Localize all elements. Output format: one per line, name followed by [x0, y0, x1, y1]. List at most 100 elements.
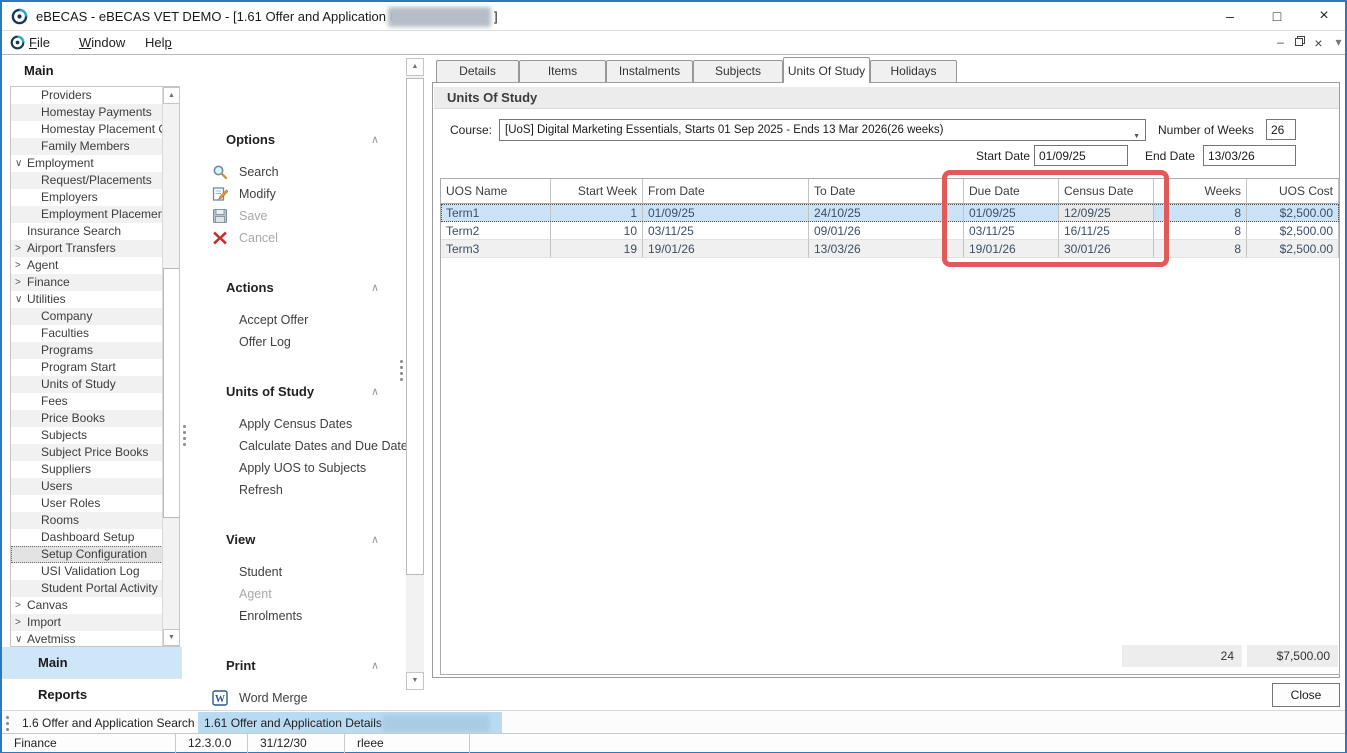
- sidebar-item-user-roles[interactable]: User Roles: [11, 495, 163, 512]
- tab-subjects[interactable]: Subjects: [693, 60, 783, 82]
- tree-scrollbar[interactable]: ▲ ▼: [162, 87, 179, 646]
- chevron-right-icon[interactable]: >: [15, 257, 27, 274]
- table-row[interactable]: Term21003/11/2509/01/2603/11/2516/11/258…: [441, 222, 1339, 240]
- end-date-input[interactable]: [1203, 145, 1296, 166]
- column-header[interactable]: Weeks: [1154, 179, 1247, 204]
- panel-scroll-down-icon[interactable]: ▼: [406, 672, 424, 690]
- sidebar-section-reports[interactable]: Reports: [2, 679, 182, 711]
- table-cell[interactable]: 8: [1154, 222, 1247, 240]
- sidebar-item-setup-configuration[interactable]: Setup Configuration: [11, 546, 163, 563]
- course-combobox[interactable]: [UoS] Digital Marketing Essentials, Star…: [499, 119, 1146, 141]
- panel-scroll-up-icon[interactable]: ▲: [406, 58, 424, 76]
- column-header[interactable]: Start Week: [551, 179, 643, 204]
- tree-scrollbar-thumb[interactable]: [163, 268, 180, 518]
- chevron-down-icon[interactable]: ∨: [15, 631, 27, 647]
- panel-splitter-grip-icon[interactable]: [400, 360, 403, 384]
- sidebar-item-avetmiss[interactable]: ∨Avetmiss: [11, 631, 163, 647]
- table-cell[interactable]: 03/11/25: [643, 222, 809, 240]
- table-row[interactable]: Term1101/09/2524/10/2501/09/2512/09/258$…: [441, 204, 1339, 222]
- sidebar-item-programs[interactable]: Programs: [11, 342, 163, 359]
- word-merge-button[interactable]: WWord Merge: [188, 687, 405, 709]
- sidebar-item-rooms[interactable]: Rooms: [11, 512, 163, 529]
- accept-offer-button[interactable]: Accept Offer: [188, 309, 405, 331]
- sidebar-item-subject-price-books[interactable]: Subject Price Books: [11, 444, 163, 461]
- menu-window[interactable]: Window: [79, 35, 125, 50]
- apply-census-dates-button[interactable]: Apply Census Dates: [188, 413, 405, 435]
- chevron-up-icon[interactable]: ∧: [371, 384, 379, 401]
- table-cell[interactable]: 01/09/25: [964, 204, 1059, 222]
- panel-scrollbar[interactable]: ▲ ▼: [406, 58, 424, 690]
- sidebar-splitter[interactable]: [182, 55, 187, 710]
- student-button[interactable]: Student: [188, 561, 405, 583]
- table-cell[interactable]: Term3: [441, 240, 551, 258]
- start-date-input[interactable]: [1034, 145, 1128, 166]
- close-window-button[interactable]: ×: [1301, 2, 1347, 31]
- sidebar-item-employment-placement-c[interactable]: Employment Placement C: [11, 206, 163, 223]
- close-button[interactable]: Close: [1272, 683, 1340, 707]
- menu-help[interactable]: Help: [145, 35, 172, 50]
- sidebar-item-fees[interactable]: Fees: [11, 393, 163, 410]
- sidebar-item-usi-validation-log[interactable]: USI Validation Log: [11, 563, 163, 580]
- sidebar-item-homestay-placement-cale[interactable]: Homestay Placement Cale: [11, 121, 163, 138]
- table-cell[interactable]: 12/09/25: [1059, 204, 1154, 222]
- sidebar-item-utilities[interactable]: ∨Utilities: [11, 291, 163, 308]
- chevron-up-icon[interactable]: ∧: [371, 132, 379, 149]
- mdi-close-button[interactable]: ×: [1310, 35, 1327, 51]
- table-cell[interactable]: [944, 240, 964, 258]
- column-header[interactable]: [944, 179, 964, 204]
- table-cell[interactable]: 19/01/26: [643, 240, 809, 258]
- scroll-down-icon[interactable]: ▼: [163, 629, 180, 646]
- chevron-right-icon[interactable]: >: [15, 614, 27, 631]
- sidebar-item-insurance-search[interactable]: Insurance Search: [11, 223, 163, 240]
- scroll-up-icon[interactable]: ▲: [163, 87, 180, 104]
- mdi-minimize-button[interactable]: –: [1272, 35, 1289, 49]
- mdi-child-system-icon[interactable]: [10, 35, 25, 50]
- table-cell[interactable]: 19/01/26: [964, 240, 1059, 258]
- table-cell[interactable]: Term1: [441, 204, 551, 222]
- tab-details[interactable]: Details: [436, 60, 519, 82]
- modify-button[interactable]: Modify: [188, 183, 405, 205]
- table-cell[interactable]: 8: [1154, 240, 1247, 258]
- table-cell[interactable]: 16/11/25: [1059, 222, 1154, 240]
- sidebar-item-employers[interactable]: Employers: [11, 189, 163, 206]
- sidebar-item-price-books[interactable]: Price Books: [11, 410, 163, 427]
- table-cell[interactable]: 8: [1154, 204, 1247, 222]
- column-header[interactable]: To Date: [809, 179, 944, 204]
- tab-items[interactable]: Items: [519, 60, 606, 82]
- chevron-up-icon[interactable]: ∧: [371, 532, 379, 549]
- table-cell[interactable]: 03/11/25: [964, 222, 1059, 240]
- column-header[interactable]: From Date: [643, 179, 809, 204]
- panel-section-title[interactable]: Units of Study∧: [188, 383, 405, 400]
- table-cell[interactable]: [944, 204, 964, 222]
- offer-log-button[interactable]: Offer Log: [188, 331, 405, 353]
- mdi-restore-button[interactable]: [1291, 35, 1308, 49]
- sidebar-section-main[interactable]: Main: [2, 647, 182, 679]
- sidebar-item-dashboard-setup[interactable]: Dashboard Setup: [11, 529, 163, 546]
- table-cell[interactable]: $2,500.00: [1247, 240, 1339, 258]
- calculate-dates-and-due-date-button[interactable]: Calculate Dates and Due Date: [188, 435, 405, 457]
- search-button[interactable]: Search: [188, 161, 405, 183]
- table-cell[interactable]: 13/03/26: [809, 240, 944, 258]
- chevron-up-icon[interactable]: ∧: [371, 658, 379, 675]
- panel-section-title[interactable]: Print∧: [188, 657, 405, 674]
- sidebar-item-suppliers[interactable]: Suppliers: [11, 461, 163, 478]
- table-cell[interactable]: $2,500.00: [1247, 204, 1339, 222]
- table-row[interactable]: Term31919/01/2613/03/2619/01/2630/01/268…: [441, 240, 1339, 258]
- apply-uos-to-subjects-button[interactable]: Apply UOS to Subjects: [188, 457, 405, 479]
- sidebar-item-providers[interactable]: Providers: [11, 87, 163, 104]
- table-cell[interactable]: [944, 222, 964, 240]
- minimize-button[interactable]: –: [1207, 2, 1253, 31]
- sidebar-item-subjects[interactable]: Subjects: [11, 427, 163, 444]
- chevron-right-icon[interactable]: >: [15, 597, 27, 614]
- panel-section-title[interactable]: Options∧: [188, 131, 405, 148]
- chevron-up-icon[interactable]: ∧: [371, 280, 379, 297]
- sidebar-item-faculties[interactable]: Faculties: [11, 325, 163, 342]
- sidebar-item-homestay-payments[interactable]: Homestay Payments: [11, 104, 163, 121]
- sidebar-item-company[interactable]: Company: [11, 308, 163, 325]
- mdi-menu-dropdown[interactable]: ▾: [1330, 35, 1347, 49]
- column-header[interactable]: UOS Name: [441, 179, 551, 204]
- table-cell[interactable]: 30/01/26: [1059, 240, 1154, 258]
- sidebar-item-import[interactable]: >Import: [11, 614, 163, 631]
- sidebar-item-family-members[interactable]: Family Members: [11, 138, 163, 155]
- panel-section-title[interactable]: Actions∧: [188, 279, 405, 296]
